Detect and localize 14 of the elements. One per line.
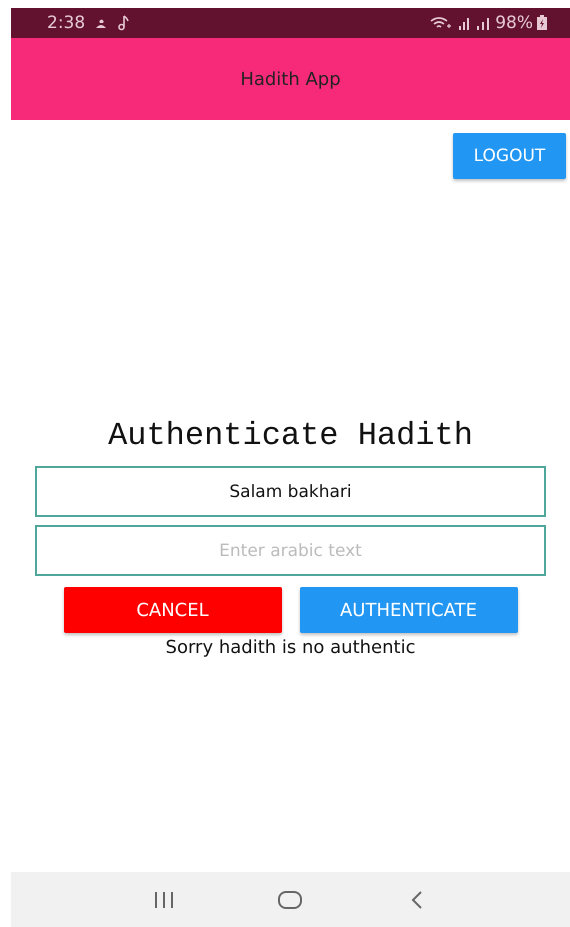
status-time: 2:38 <box>47 13 86 33</box>
authenticate-button[interactable]: AUTHENTICATE <box>300 587 518 633</box>
cancel-button[interactable]: CANCEL <box>64 587 282 633</box>
battery-charging-icon <box>536 15 548 31</box>
music-note-icon <box>117 15 130 31</box>
logout-button[interactable]: LOGOUT <box>453 133 566 179</box>
result-message: Sorry hadith is no authentic <box>166 637 416 658</box>
input-field[interactable]: Salam bakhari <box>35 466 546 517</box>
page-heading: Authenticate Hadith <box>108 417 473 454</box>
app-title: Hadith App <box>240 68 341 90</box>
battery-percentage: 98% <box>495 13 533 33</box>
home-icon[interactable] <box>277 890 304 910</box>
wifi-icon <box>430 16 452 30</box>
input-field[interactable]: Enter arabic text <box>35 525 546 576</box>
